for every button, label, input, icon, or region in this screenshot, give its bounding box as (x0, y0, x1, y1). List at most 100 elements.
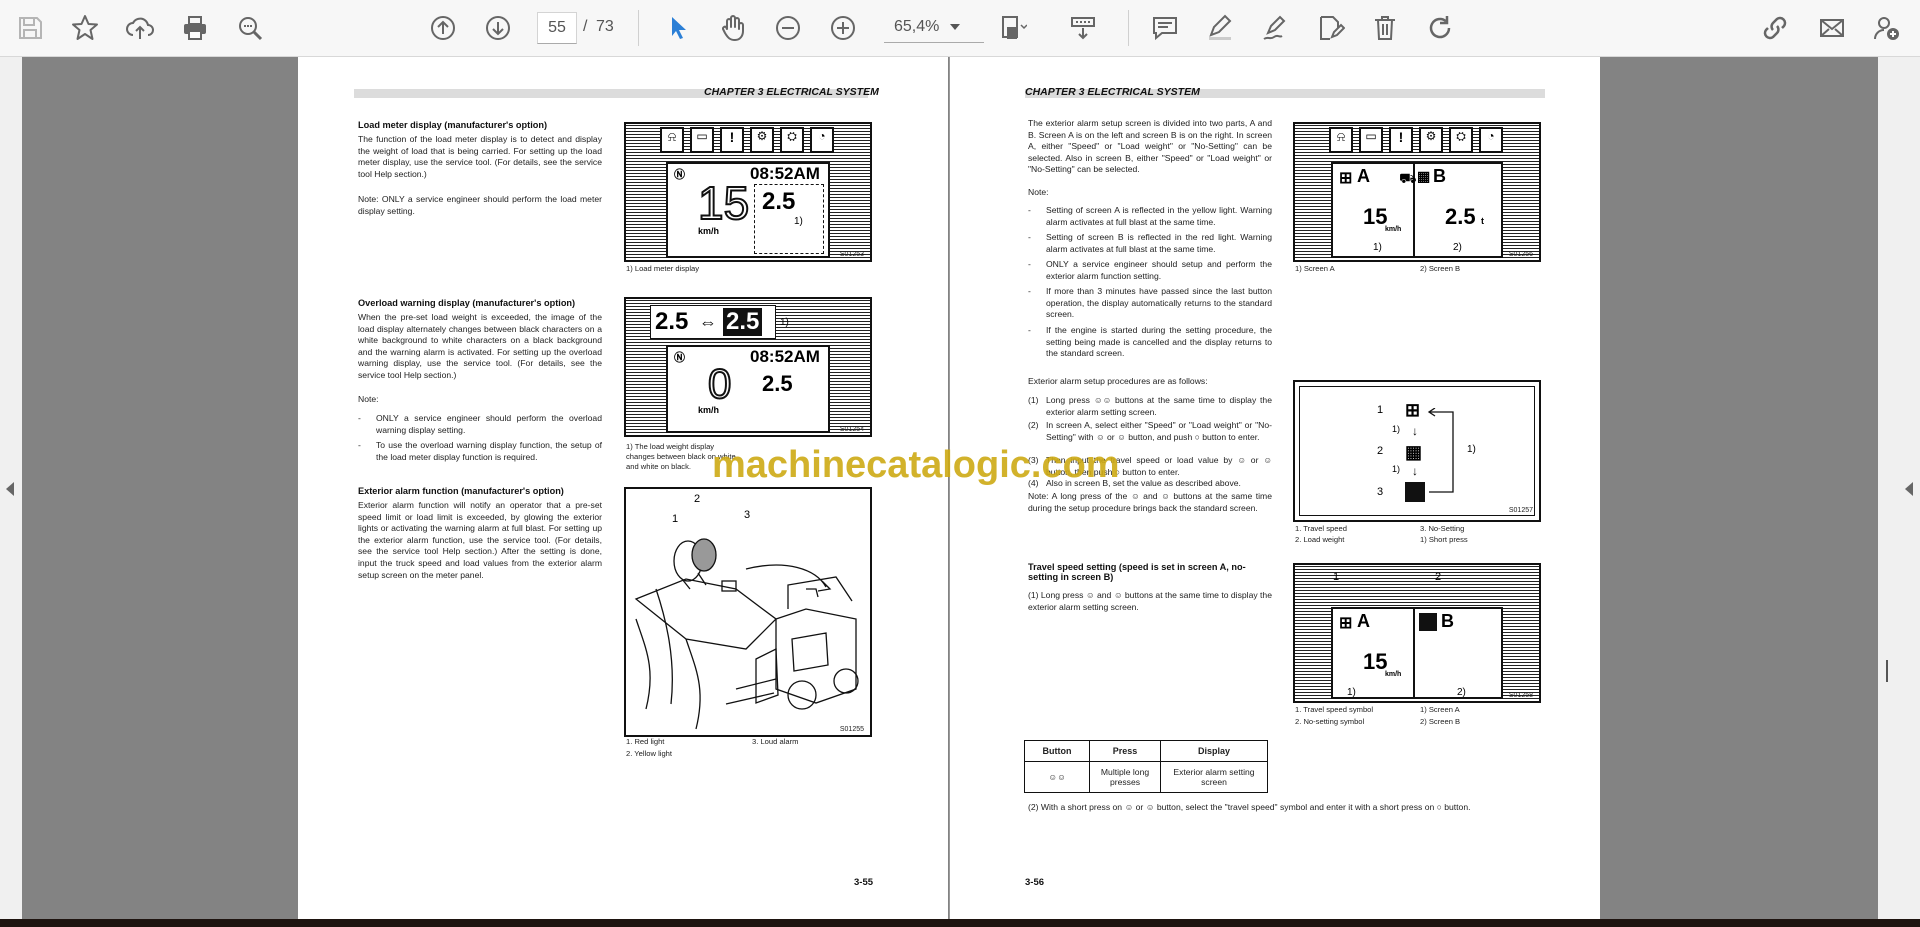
bell-icon: ⍾ (1329, 127, 1353, 153)
page-up-icon[interactable] (423, 8, 463, 48)
battery-icon: ▭ (690, 127, 714, 153)
list-bullet: - (358, 413, 361, 423)
chevron-down-icon[interactable] (950, 24, 960, 30)
table-header: Display (1160, 740, 1268, 762)
figure-travel-speed-setting: ⊞ A B 15 km/h 1 2 1) 2) S01258 (1293, 563, 1541, 703)
step-note: Note: A long press of the ☺ and ☺ button… (1028, 491, 1272, 513)
figure-caption: 1) Short press (1420, 535, 1468, 544)
figure-label: 1) (1347, 687, 1356, 698)
figure-code: S01255 (839, 726, 864, 733)
clock-time: 08:52AM (750, 347, 820, 366)
screen-a-label: A (1357, 166, 1370, 186)
list-bullet: - (1028, 205, 1031, 215)
arrow-down-icon: ↓ (1412, 464, 1418, 478)
page-number: 3-55 (854, 877, 874, 888)
step-text: (2) With a short press on ☺ or ☺ button,… (1028, 802, 1471, 812)
flow-label: 1) (1467, 444, 1476, 455)
page-number: 3-56 (1025, 877, 1045, 888)
figure-caption: 2) Screen B (1420, 717, 1461, 726)
meter-screen: Ⓝ 08:52AM 15 km/h 2.5 1) (666, 162, 830, 258)
rotate-icon[interactable] (1420, 8, 1460, 48)
step-text: (1) Long press ☺ and ☺ buttons at the sa… (1028, 590, 1272, 612)
speed-symbol-icon: ⊞ (1339, 615, 1353, 632)
watermark-text: machinecatalogic.com (712, 444, 1120, 486)
screen-b-label: B (1441, 611, 1454, 631)
speed-value: 0 (707, 360, 732, 407)
clock-time: 08:52AM (750, 164, 820, 183)
callout-number: 3 (744, 509, 751, 521)
button-press-table: Button Press Display ☺☺ Multiple long pr… (1024, 740, 1268, 793)
scan-icon[interactable] (1063, 8, 1103, 48)
scrollbar-thumb[interactable] (1886, 660, 1888, 682)
step-number: (2) (1028, 420, 1039, 430)
page-number-input[interactable]: 55 (537, 12, 577, 44)
section-heading: Exterior alarm function (manufacturer's … (358, 486, 564, 496)
zoom-out-icon[interactable] (768, 8, 808, 48)
figure-label: 1) (780, 317, 789, 328)
window-bottom-edge (0, 919, 1920, 927)
callout-number: 1 (672, 513, 679, 525)
list-item: Setting of screen B is reflected in the … (1046, 232, 1272, 254)
figure-code: S01256 (1508, 251, 1533, 258)
flow-number: 2 (1377, 445, 1384, 457)
section-note: Note: ONLY a service engineer should per… (358, 194, 602, 216)
load-symbol-icon: ▦ (1405, 442, 1423, 462)
no-setting-symbol-icon (1405, 482, 1425, 502)
bookmark-star-icon[interactable] (65, 8, 105, 48)
list-item: If the engine is started during the sett… (1046, 325, 1272, 359)
figure-caption: 2) Screen B (1420, 264, 1461, 273)
load-value-normal: 2.5 (655, 308, 689, 335)
figure-label: 1) (794, 216, 803, 227)
expand-left-panel-icon[interactable] (6, 482, 14, 496)
procedures-intro: Exterior alarm setup procedures are as f… (1028, 376, 1208, 386)
select-cursor-icon[interactable] (658, 8, 698, 48)
step-text: In screen A, select either "Speed" or "L… (1046, 420, 1272, 442)
callout-number: 2 (694, 493, 701, 505)
upload-cloud-icon[interactable] (120, 8, 160, 48)
no-setting-symbol-icon (1419, 613, 1437, 631)
section-heading: Overload warning display (manufacturer's… (358, 298, 576, 308)
list-item: If more than 3 minutes have passed since… (1046, 286, 1272, 320)
zoom-in-icon[interactable] (823, 8, 863, 48)
figure-code: S01258 (1508, 692, 1533, 699)
bell-icon: ⍾ (660, 127, 684, 153)
section-heading: Load meter display (manufacturer's optio… (358, 120, 548, 130)
print-icon[interactable] (175, 8, 215, 48)
list-item: To use the overload warning display func… (376, 440, 602, 462)
highlight-pen-icon[interactable] (1200, 8, 1240, 48)
right-panel-strip[interactable] (1878, 57, 1920, 919)
load-value: 2.5 (762, 371, 793, 396)
table-cell: Exterior alarm setting screen (1160, 761, 1268, 793)
page-down-icon[interactable] (478, 8, 518, 48)
figure-caption: 1. Red light (626, 737, 665, 746)
callout-number: 2 (1435, 571, 1442, 583)
zoom-level-select[interactable]: 65,4% (884, 12, 984, 43)
alert-icon: ! (1389, 127, 1413, 153)
sign-icon[interactable] (1255, 8, 1295, 48)
edit-document-icon[interactable] (1310, 8, 1350, 48)
delete-icon[interactable] (1365, 8, 1405, 48)
gear-icon: ⚙ (750, 127, 774, 153)
zoom-search-icon[interactable] (230, 8, 270, 48)
share-link-icon[interactable] (1755, 8, 1795, 48)
comment-icon[interactable] (1145, 8, 1185, 48)
table-row: ☺☺ Multiple long presses Exterior alarm … (1024, 761, 1268, 793)
overload-toggle-box: 2.5 ⇔ 2.5 (650, 305, 776, 339)
expand-right-panel-icon[interactable] (1905, 482, 1913, 496)
list-item: ONLY a service engineer should setup and… (1046, 259, 1272, 281)
table-header: Press (1089, 740, 1161, 762)
hand-pan-icon[interactable] (713, 8, 753, 48)
section-body: Exterior alarm function will notify an o… (358, 500, 602, 580)
email-icon[interactable] (1812, 8, 1852, 48)
setup-screen: ⊞ A ⛟ ▦ B 15 km/h 2.5 t 1) 2) (1331, 162, 1503, 258)
add-user-icon[interactable] (1867, 8, 1907, 48)
flow-number: 1 (1377, 404, 1384, 416)
list-bullet: - (1028, 286, 1031, 296)
forklift-illustration (634, 538, 859, 730)
figure-code: S01253 (839, 251, 864, 258)
list-item: ONLY a service engineer should perform t… (376, 413, 602, 435)
gear-icon: ⚙ (1419, 127, 1443, 153)
save-icon[interactable] (10, 8, 50, 48)
fit-page-icon[interactable] (992, 8, 1032, 48)
arrow-down-icon: ↓ (1412, 424, 1418, 438)
